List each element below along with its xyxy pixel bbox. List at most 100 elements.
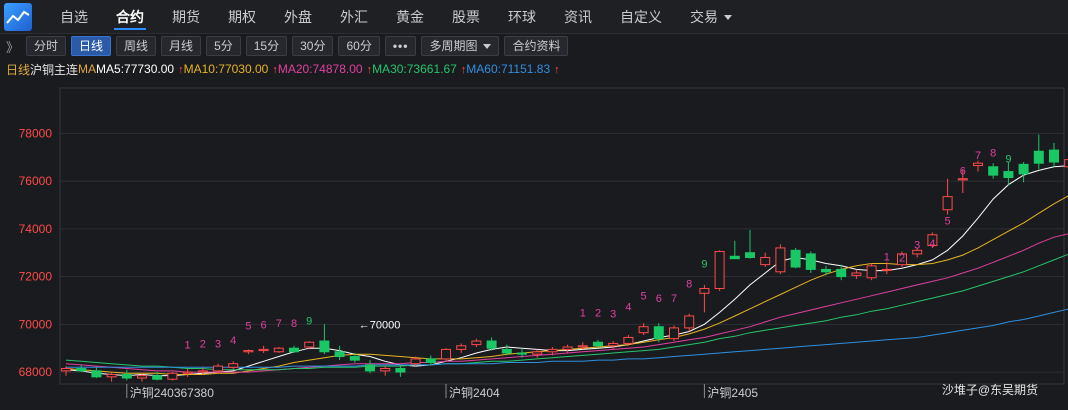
nav-qihuo[interactable]: 期货 — [158, 0, 214, 34]
more-icon[interactable]: ••• — [384, 36, 417, 56]
legend-ma20-value: MA20:74878.00 — [277, 62, 363, 76]
y-tick-label: 70000 — [19, 317, 53, 331]
candle-body-up — [456, 345, 467, 350]
app-logo-icon[interactable] — [4, 2, 32, 31]
legend-ma20: MA20:74878.00 ↑ — [278, 62, 372, 76]
td-count-label: 3 — [914, 239, 920, 251]
td-count-label: 3 — [610, 309, 616, 321]
legend-symbol: 沪铜主连 — [30, 62, 79, 77]
candle-body-down — [395, 367, 406, 373]
nav-waipan[interactable]: 外盘 — [270, 0, 326, 34]
x-tick-label: 沪铜2404 — [449, 385, 500, 400]
candle-body-up — [273, 347, 284, 353]
nav-heyue[interactable]: 合约 — [102, 0, 158, 34]
legend-ma10-value: MA10:77030.00 — [183, 62, 269, 76]
candle-body-up — [532, 351, 543, 355]
nav-huanqiu[interactable]: 环球 — [494, 0, 550, 34]
candle-body-down — [1049, 149, 1059, 163]
period-button-5min[interactable]: 5分 — [206, 36, 241, 56]
candle-body-up — [942, 196, 953, 211]
td-count-label: 1 — [580, 307, 586, 319]
candle-body-down — [1033, 150, 1044, 164]
period-button-fenshi[interactable]: 分时 — [26, 36, 67, 56]
candle-body-down — [805, 253, 816, 270]
candle-body-down — [365, 364, 375, 372]
td-count-label: 6 — [656, 293, 662, 305]
candle-body-down — [152, 375, 163, 380]
td-count-label: 6 — [261, 319, 267, 331]
y-tick-label: 76000 — [19, 174, 53, 188]
candle-body-down — [121, 373, 132, 379]
candle-body-up — [243, 350, 254, 353]
candle-body-up — [866, 265, 877, 279]
candle-body-down — [729, 255, 740, 260]
nav-huangjin[interactable]: 黄金 — [382, 0, 438, 34]
candle-body-up — [577, 345, 588, 348]
candle-body-up — [669, 327, 679, 340]
y-tick-label: 74000 — [19, 222, 53, 236]
td-count-label: 7 — [975, 150, 981, 162]
legend-ma10: MA10:77030.00 ↑ — [184, 62, 278, 76]
candle-body-up — [684, 315, 695, 329]
candle-body-down — [821, 268, 831, 273]
nav-qiquan[interactable]: 期权 — [214, 0, 270, 34]
contract-info-button[interactable]: 合约资料 — [504, 36, 569, 56]
td-count-label: 7 — [276, 318, 282, 330]
legend-ma30: MA30:73661.67 ↑ — [372, 62, 466, 76]
candle-body-down — [91, 370, 102, 378]
candle-body-up — [137, 375, 147, 379]
up-arrow-icon: ↑ — [554, 64, 560, 76]
y-tick-label: 72000 — [19, 270, 53, 284]
td-count-label: 2 — [899, 252, 905, 264]
td-count-label: 5 — [641, 291, 647, 303]
nav-zixuan[interactable]: 自选 — [46, 0, 102, 34]
candle-body-down — [319, 340, 330, 353]
nav-zixun[interactable]: 资讯 — [550, 0, 606, 34]
td-count-label: 2 — [595, 307, 601, 319]
td-count-label: 8 — [291, 318, 297, 330]
nav-gupiao[interactable]: 股票 — [438, 0, 494, 34]
multi-period-label: 多周期图 — [429, 39, 478, 53]
nav-jiaoyi[interactable]: 交易 — [676, 0, 746, 34]
candle-body-down — [486, 340, 497, 349]
candle-body-down — [517, 352, 527, 355]
candle-body-down — [1018, 163, 1029, 175]
td-count-label: 1 — [884, 251, 890, 263]
td-count-label: 9 — [701, 258, 707, 270]
period-button-daily[interactable]: 日线 — [71, 36, 112, 56]
candle-body-up — [228, 363, 239, 368]
td-count-label: 7 — [671, 293, 677, 305]
candle-body-up — [106, 373, 117, 378]
candle-body-down — [334, 351, 345, 358]
candle-body-up — [973, 162, 983, 167]
candle-body-up — [167, 372, 178, 380]
td-count-label: 8 — [686, 279, 692, 291]
watermark-text: 沙堆子@东吴期货 — [942, 382, 1038, 397]
nav-waihui[interactable]: 外汇 — [326, 0, 382, 34]
candle-body-up — [714, 251, 725, 290]
candle-body-up — [699, 288, 710, 294]
td-count-label: 4 — [929, 238, 935, 250]
candle-body-down — [790, 249, 801, 268]
candle-body-up — [213, 365, 223, 372]
candle-body-down — [836, 268, 847, 278]
multi-period-dropdown[interactable]: 多周期图 — [421, 36, 500, 56]
td-count-label: 9 — [1005, 153, 1011, 165]
candlestick-chart[interactable]: 68000 70000 72000 74000 76000 78000 沪铜24036738… — [0, 80, 1068, 410]
td-count-label: 6 — [960, 165, 966, 177]
td-count-label: 2 — [200, 338, 206, 350]
td-count-label: 5 — [245, 320, 251, 332]
period-button-weekly[interactable]: 周线 — [116, 36, 157, 56]
period-button-60min[interactable]: 60分 — [338, 36, 380, 56]
legend-ma5: MA5:77730.00 ↑ — [96, 62, 184, 76]
candle-body-down — [593, 341, 603, 347]
expand-panel-icon[interactable]: 》 — [6, 37, 26, 56]
candle-body-up — [471, 340, 482, 346]
period-button-30min[interactable]: 30分 — [292, 36, 334, 56]
nav-jiaoyi-label: 交易 — [690, 8, 718, 25]
td-count-label: 4 — [625, 301, 631, 313]
nav-zidingyi[interactable]: 自定义 — [606, 0, 676, 34]
period-button-monthly[interactable]: 月线 — [161, 36, 202, 56]
period-button-15min[interactable]: 15分 — [245, 36, 288, 56]
price-annotation: ←70000 — [359, 319, 401, 331]
